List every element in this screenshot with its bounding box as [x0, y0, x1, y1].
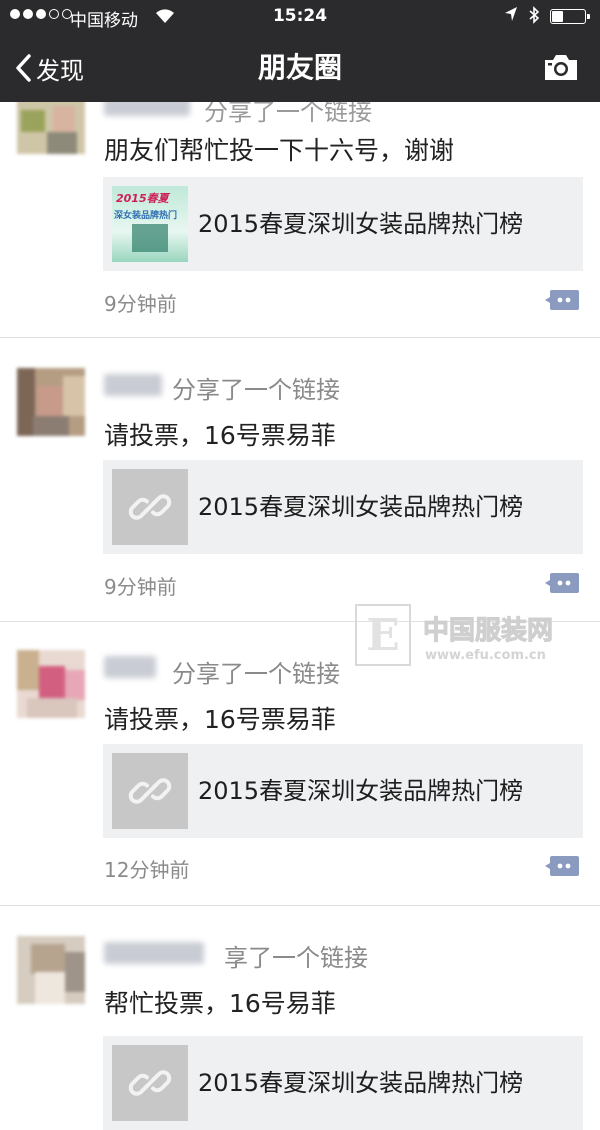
- comment-icon[interactable]: [544, 571, 580, 595]
- link-card[interactable]: 2015春夏深圳女装品牌热门榜: [103, 744, 583, 838]
- avatar[interactable]: [17, 936, 85, 1004]
- poster-subtitle: 深女装品牌热门: [114, 211, 178, 221]
- link-card[interactable]: 2015春夏 深女装品牌热门 2015春夏深圳女装品牌热门榜: [103, 177, 583, 271]
- watermark-logo: E: [355, 604, 411, 666]
- post-text: 请投票，16号票易菲: [104, 421, 336, 450]
- post-text: 帮忙投票，16号易菲: [104, 989, 336, 1018]
- author-name-blurred[interactable]: [104, 942, 204, 964]
- link-card[interactable]: 2015春夏深圳女装品牌热门榜: [103, 1036, 583, 1130]
- comment-icon[interactable]: [544, 288, 580, 312]
- post-text: 朋友们帮忙投一下十六号，谢谢: [104, 136, 455, 165]
- link-icon: [112, 469, 188, 545]
- shared-link-text: 分享了一个链接: [172, 660, 340, 688]
- post-time: 9分钟前: [104, 575, 177, 599]
- avatar[interactable]: [17, 368, 85, 436]
- post-time: 9分钟前: [104, 292, 177, 316]
- link-title: 2015春夏深圳女装品牌热门榜: [198, 777, 524, 805]
- watermark-url: www.efu.com.cn: [425, 648, 546, 663]
- poster-title: 2015春夏: [116, 192, 169, 205]
- author-name-blurred[interactable]: [104, 656, 156, 678]
- top-bar: 中国移动 15:24 发现 朋友圈: [0, 0, 600, 102]
- comment-icon[interactable]: [544, 854, 580, 878]
- location-arrow-icon: [504, 6, 518, 26]
- battery-icon: [550, 9, 590, 24]
- camera-icon[interactable]: [542, 52, 580, 86]
- shared-link-text: 分享了一个链接: [172, 376, 340, 404]
- link-title: 2015春夏深圳女装品牌热门榜: [198, 210, 524, 238]
- battery-level: [552, 11, 563, 22]
- watermark: E 中国服装网 www.efu.com.cn: [355, 604, 585, 670]
- moment-post: 分享了一个链接 请投票，16号票易菲 2015春夏深圳女装品牌热门榜 9分钟前: [0, 338, 600, 622]
- link-title: 2015春夏深圳女装品牌热门榜: [198, 493, 524, 521]
- avatar[interactable]: [17, 650, 85, 718]
- bluetooth-icon: [528, 6, 540, 28]
- nav-bar: 发现 朋友圈: [0, 34, 600, 102]
- link-icon: [112, 753, 188, 829]
- post-text: 请投票，16号票易菲: [104, 705, 336, 734]
- post-time: 12分钟前: [104, 858, 190, 882]
- moment-post: 享了一个链接 帮忙投票，16号易菲 2015春夏深圳女装品牌热门榜: [0, 906, 600, 1130]
- link-thumbnail: 2015春夏 深女装品牌热门: [112, 186, 188, 262]
- link-title: 2015春夏深圳女装品牌热门榜: [198, 1069, 524, 1097]
- status-bar: 中国移动 15:24: [0, 0, 600, 34]
- author-name-blurred[interactable]: [104, 374, 162, 396]
- link-icon: [112, 1045, 188, 1121]
- shared-link-text: 享了一个链接: [224, 944, 368, 972]
- watermark-name: 中国服装网: [422, 616, 554, 647]
- page-title: 朋友圈: [257, 51, 342, 84]
- link-card[interactable]: 2015春夏深圳女装品牌热门榜: [103, 460, 583, 554]
